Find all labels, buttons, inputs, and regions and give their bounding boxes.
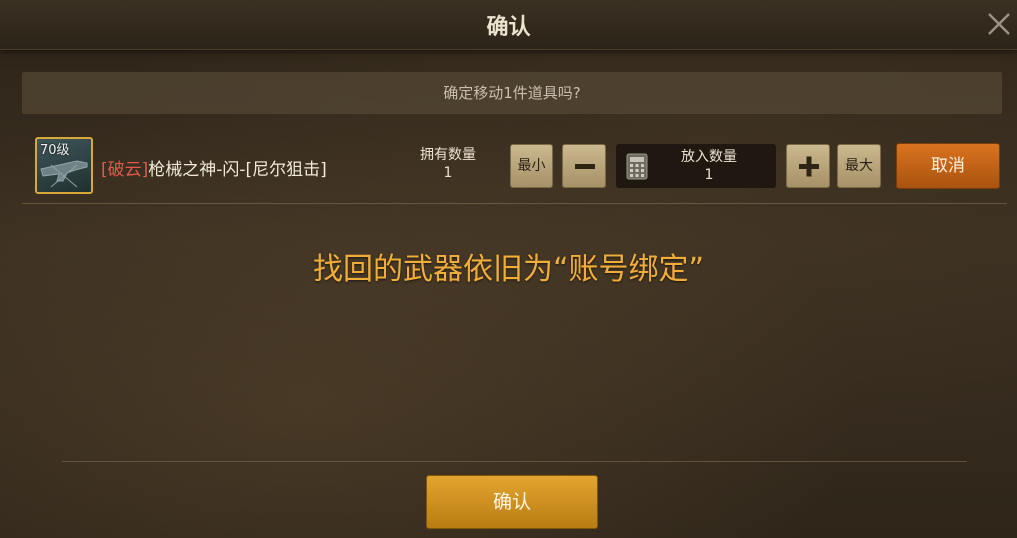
item-name-main: 枪械之神-闪-[尼尔狙击] — [148, 160, 327, 180]
put-quantity: 放入数量 1 — [654, 148, 764, 184]
minus-icon — [575, 164, 595, 169]
put-quantity-field[interactable]: 放入数量 1 — [616, 144, 776, 188]
footer-divider — [62, 461, 967, 462]
min-button[interactable]: 最小 — [510, 144, 553, 188]
confirm-button[interactable]: 确认 — [426, 475, 598, 529]
title-bar: 确认 — [0, 0, 1017, 50]
item-name: [破云]枪械之神-闪-[尼尔狙击] — [101, 155, 327, 180]
close-icon — [988, 13, 1010, 35]
close-button[interactable] — [981, 6, 1017, 42]
item-name-prefix: [破云] — [101, 160, 149, 180]
calculator-icon[interactable] — [626, 153, 648, 180]
put-quantity-value: 1 — [704, 167, 714, 183]
dialog-title: 确认 — [486, 15, 531, 40]
plus-icon — [799, 156, 819, 177]
item-level-badge: 70级 — [40, 143, 70, 158]
increase-button[interactable] — [786, 144, 830, 188]
item-row: 70级 [破云]枪械之神-闪-[尼尔狙击] 拥有数量 1 最小 放入数量 1 最… — [22, 132, 1007, 204]
put-quantity-label: 放入数量 — [681, 149, 737, 165]
owned-quantity: 拥有数量 1 — [406, 146, 490, 182]
prompt-bar: 确定移动1件道具吗? — [22, 72, 1002, 114]
account-bound-notice: 找回的武器依旧为“账号绑定” — [312, 252, 705, 287]
owned-quantity-label: 拥有数量 — [420, 147, 476, 163]
owned-quantity-value: 1 — [443, 165, 453, 181]
weapon-item-icon[interactable]: 70级 — [35, 137, 93, 194]
cancel-button[interactable]: 取消 — [896, 143, 1000, 189]
max-button[interactable]: 最大 — [837, 144, 881, 188]
confirm-dialog: 确认 确定移动1件道具吗? 70级 [破云]枪械之神-闪-[尼尔狙击] 拥有数量… — [0, 0, 1017, 538]
decrease-button[interactable] — [562, 144, 606, 188]
